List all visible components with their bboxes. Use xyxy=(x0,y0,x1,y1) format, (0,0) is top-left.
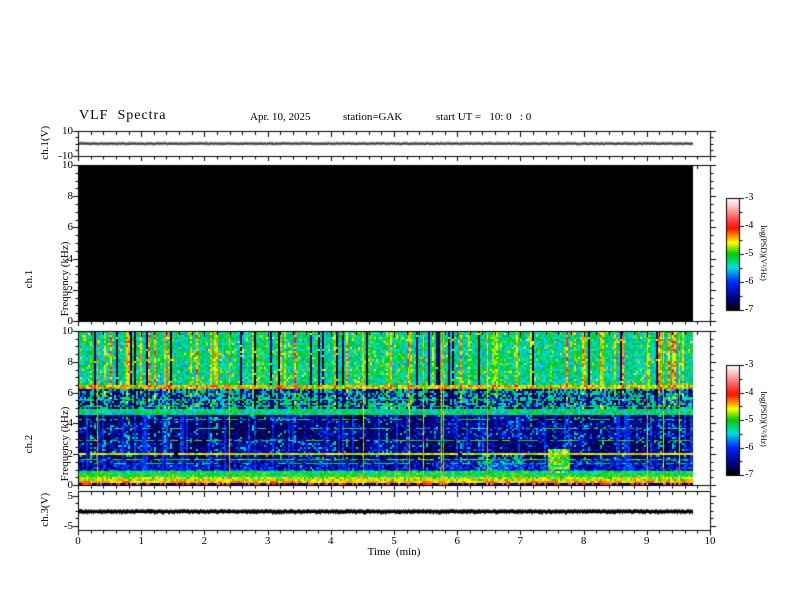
x-tick-label: 5 xyxy=(391,534,397,547)
y-tick-label: -10 xyxy=(58,150,73,162)
y-tick-label: 10 xyxy=(62,325,73,337)
y-tick-label: 5 xyxy=(67,490,74,502)
colorbar-tick-label: -7 xyxy=(745,304,754,315)
colorbar-tick-label: -6 xyxy=(745,442,754,453)
x-tick-label: 8 xyxy=(580,534,587,547)
colorbar-tick-label: -4 xyxy=(745,387,754,398)
colorbar-tick-label: -5 xyxy=(745,248,754,259)
vlf-spectra-figure: VLF Spectra Apr. 10, 2025 station=GAK st… xyxy=(0,0,792,612)
y-tick-label: 6 xyxy=(67,387,74,399)
ylabel-ch1-line1: ch.1 xyxy=(23,269,35,289)
y-tick-label: 10 xyxy=(62,125,73,137)
y-tick-label: 4 xyxy=(67,417,74,429)
colorbar-tick-label: -3 xyxy=(745,359,754,370)
x-tick-label: 0 xyxy=(75,534,81,547)
colorbar-tick-label: -3 xyxy=(745,192,754,203)
x-tick-label: 9 xyxy=(644,534,650,547)
colorbar-tick-label: -6 xyxy=(745,276,754,287)
figure-canvas xyxy=(0,0,792,612)
x-tick-label: 10 xyxy=(704,534,716,547)
y-tick-label: 8 xyxy=(67,190,74,202)
colorbar-tick-label: -5 xyxy=(745,414,754,425)
y-tick-label: 4 xyxy=(67,253,74,265)
x-axis-label: Time (min) xyxy=(367,546,421,558)
x-tick-label: 2 xyxy=(201,534,208,547)
y-tick-label: 8 xyxy=(67,356,74,368)
x-tick-label: 6 xyxy=(454,534,460,547)
header-station: station=GAK xyxy=(343,111,403,123)
y-tick-label: -5 xyxy=(63,520,73,532)
x-tick-label: 3 xyxy=(264,534,271,547)
figure-title: VLF Spectra xyxy=(79,108,167,123)
ylabel-ch2-line1: ch.2 xyxy=(23,434,35,454)
y-tick-label: 6 xyxy=(67,221,74,233)
colorbar-tick-label: -4 xyxy=(745,220,754,231)
y-tick-label: 2 xyxy=(67,284,74,296)
colorbar-tick-label: -7 xyxy=(745,469,754,480)
header-date: Apr. 10, 2025 xyxy=(250,111,311,123)
x-tick-label: 7 xyxy=(517,534,524,547)
x-tick-label: 4 xyxy=(328,534,334,547)
y-tick-label: 2 xyxy=(67,448,74,460)
header-start-ut: start UT = 10: 0 : 0 xyxy=(436,111,532,123)
x-tick-label: 1 xyxy=(138,534,144,547)
